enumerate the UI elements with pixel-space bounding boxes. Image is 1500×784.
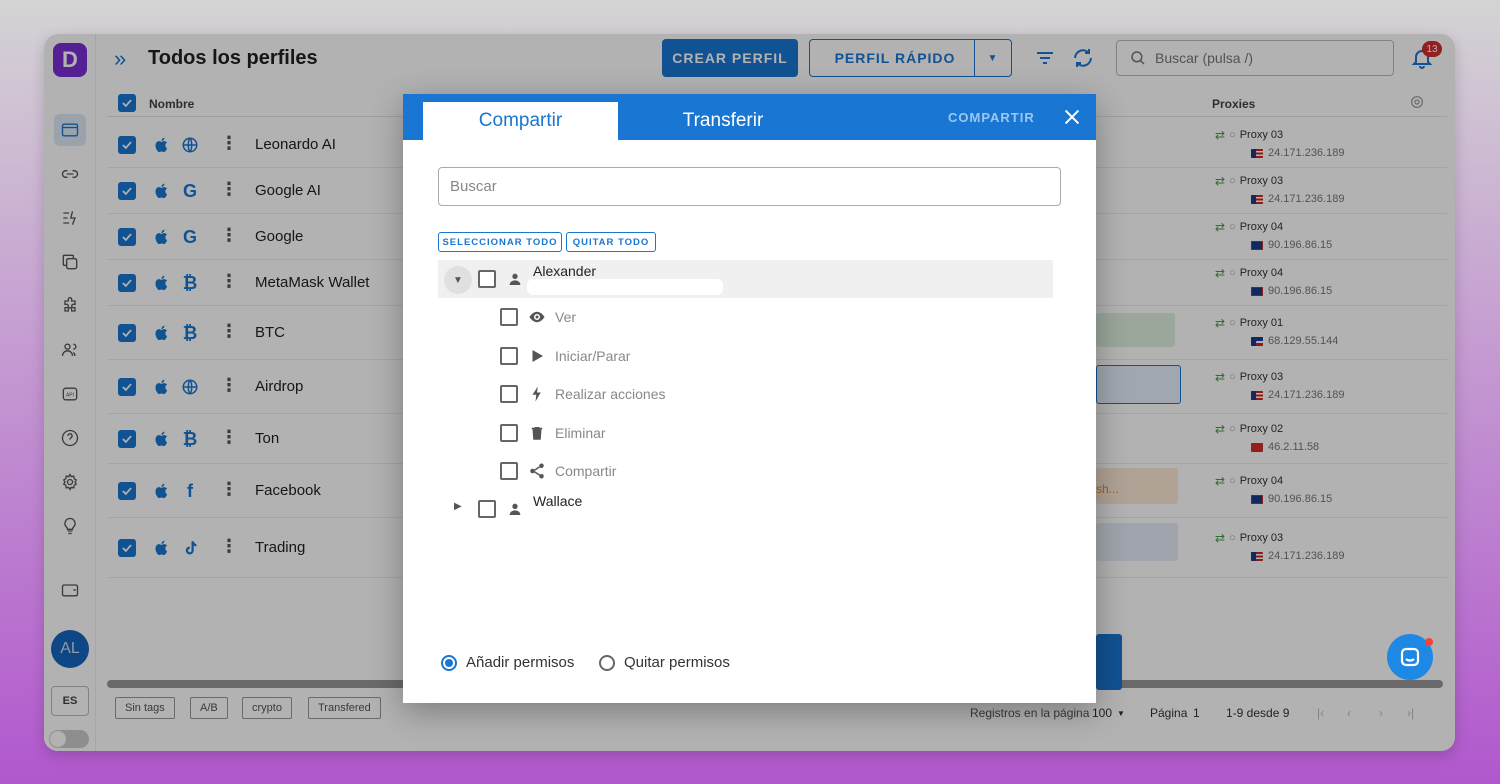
permission-checkbox[interactable] xyxy=(500,385,518,403)
remove-permissions-option[interactable]: Quitar permisos xyxy=(599,654,730,671)
chat-icon xyxy=(1400,647,1420,667)
person-icon xyxy=(507,501,523,517)
permission-label: Realizar acciones xyxy=(555,386,666,402)
share-dialog: Compartir Transferir COMPARTIR SELECCION… xyxy=(403,94,1096,703)
radio-remove[interactable] xyxy=(599,654,615,671)
permission-checkbox[interactable] xyxy=(500,462,518,480)
remove-all-button[interactable]: QUITAR TODO xyxy=(566,232,656,252)
permission-checkbox[interactable] xyxy=(500,346,518,365)
bolt-icon xyxy=(528,385,546,403)
tab-share[interactable]: Compartir xyxy=(423,102,618,140)
share-submit-button[interactable]: COMPARTIR xyxy=(948,110,1035,125)
user-search-input[interactable] xyxy=(438,167,1061,206)
add-permissions-label: Añadir permisos xyxy=(466,654,575,671)
user-row-wallace[interactable]: ▶ Wallace xyxy=(438,490,1053,524)
caret-down-icon: ▼ xyxy=(453,274,463,286)
permission-trash[interactable]: Eliminar xyxy=(500,418,900,448)
trash-icon xyxy=(528,424,546,442)
share-icon xyxy=(528,462,546,480)
permission-label: Ver xyxy=(555,309,577,325)
permission-label: Eliminar xyxy=(555,424,606,441)
permission-label: Compartir xyxy=(555,463,617,479)
user-row-alexander[interactable]: ▼ Alexander xyxy=(438,260,1053,298)
collapse-toggle[interactable]: ▼ xyxy=(444,266,472,294)
play-icon xyxy=(528,347,546,365)
select-all-button[interactable]: SELECCIONAR TODO xyxy=(438,232,562,252)
redacted-email xyxy=(527,279,723,295)
permission-play[interactable]: Iniciar/Parar xyxy=(500,341,900,371)
permission-bolt[interactable]: Realizar acciones xyxy=(500,379,900,409)
user-name: Wallace xyxy=(533,493,583,509)
chat-unread-dot xyxy=(1425,638,1433,646)
caret-right-icon[interactable]: ▶ xyxy=(454,501,462,512)
dialog-header: Compartir Transferir COMPARTIR xyxy=(403,94,1096,140)
user-checkbox[interactable] xyxy=(478,500,496,518)
permission-checkbox[interactable] xyxy=(500,423,518,442)
user-name: Alexander xyxy=(533,263,597,279)
permission-eye[interactable]: Ver xyxy=(500,302,900,332)
close-icon[interactable] xyxy=(1061,106,1083,128)
permission-checkbox[interactable] xyxy=(500,308,518,326)
person-icon xyxy=(507,271,523,287)
eye-icon xyxy=(528,308,546,326)
permission-share[interactable]: Compartir xyxy=(500,456,900,486)
tab-transfer[interactable]: Transferir xyxy=(628,102,818,140)
add-permissions-option[interactable]: Añadir permisos xyxy=(441,654,574,671)
radio-add[interactable] xyxy=(441,654,457,671)
remove-permissions-label: Quitar permisos xyxy=(624,654,730,671)
permission-label: Iniciar/Parar xyxy=(555,347,631,364)
user-checkbox[interactable] xyxy=(478,270,496,288)
